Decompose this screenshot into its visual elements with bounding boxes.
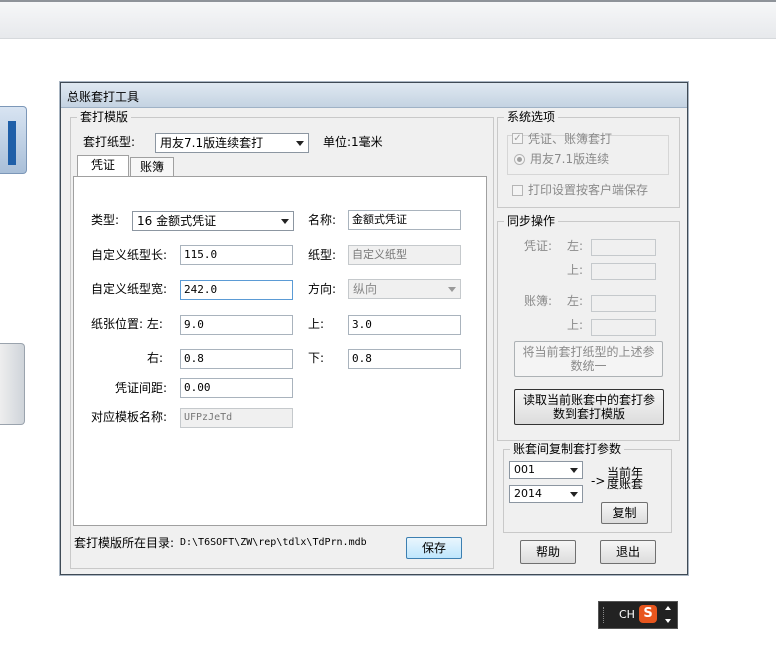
template-name-field: UFPzJeTd xyxy=(180,408,293,428)
bottom-margin-field[interactable]: 0.8 xyxy=(348,349,461,369)
sync-ledger-left-label: 左: xyxy=(567,294,584,308)
copy-button[interactable]: 复制 xyxy=(601,502,648,524)
directory-path: D:\T6SOFT\ZW\rep\tdlx\TdPrn.mdb xyxy=(180,537,367,548)
print-tool-dialog: 总账套打工具 套打模版 套打纸型: 用友7.1版连续套打 单位:1毫米 凭证 账… xyxy=(60,82,688,575)
sync-ledger-top-field xyxy=(591,319,656,336)
unit-label: 单位:1毫米 xyxy=(323,135,383,149)
paper-field: 自定义纸型 xyxy=(348,245,461,265)
left-margin-field[interactable]: 9.0 xyxy=(180,315,293,335)
paper-label: 纸型: xyxy=(308,248,337,262)
exit-button[interactable]: 退出 xyxy=(600,540,656,564)
type-label: 类型: xyxy=(91,213,120,227)
ime-down-arrow-icon xyxy=(665,619,671,623)
position-label: 纸张位置: 左: xyxy=(91,317,163,331)
background-app-icon xyxy=(0,106,27,174)
ime-toolbar[interactable]: CH S xyxy=(598,601,678,629)
sync-voucher-top-field xyxy=(591,263,656,280)
dialog-titlebar[interactable]: 总账套打工具 xyxy=(61,83,687,108)
sync-voucher-left-field xyxy=(591,239,656,256)
ime-language-label: CH xyxy=(619,608,635,621)
custom-width-label: 自定义纸型宽: xyxy=(91,282,168,296)
template-group-caption: 套打模版 xyxy=(77,110,132,124)
sync-ledger-top-label: 上: xyxy=(567,318,584,332)
bottom-label: 下: xyxy=(308,351,325,365)
direction-select: 纵向 xyxy=(348,279,461,299)
chevron-down-icon xyxy=(570,492,578,497)
custom-width-field[interactable]: 242.0 xyxy=(180,280,293,300)
client-print-label: 打印设置按客户端保存 xyxy=(528,183,649,197)
tab-voucher[interactable]: 凭证 xyxy=(77,155,129,177)
save-button[interactable]: 保存 xyxy=(406,537,462,559)
voucher-type-select[interactable]: 16 金额式凭证 xyxy=(132,211,294,231)
chevron-down-icon xyxy=(296,141,304,146)
voucher-spacing-field[interactable]: 0.00 xyxy=(180,378,293,398)
right-margin-field[interactable]: 0.8 xyxy=(180,349,293,369)
chevron-down-icon xyxy=(570,468,578,473)
directory-label: 套打模版所在目录: xyxy=(74,536,175,550)
sync-ledger-left-field xyxy=(591,295,656,312)
spacing-label: 凭证间距: xyxy=(115,381,168,395)
chevron-down-icon xyxy=(281,219,289,224)
sync-voucher-top-label: 上: xyxy=(567,263,584,277)
top-label: 上: xyxy=(308,317,325,331)
unify-params-button: 将当前套打纸型的上述参数统一 xyxy=(514,341,663,377)
paper-type-select[interactable]: 用友7.1版连续套打 xyxy=(155,133,309,153)
client-print-checkbox xyxy=(512,185,523,196)
help-button[interactable]: 帮助 xyxy=(520,540,576,564)
system-options-caption: 系统选项 xyxy=(504,110,559,124)
custom-length-field[interactable]: 115.0 xyxy=(180,245,293,265)
sync-voucher-label: 凭证: xyxy=(524,239,553,253)
name-field[interactable]: 金额式凭证 xyxy=(348,210,461,230)
yonyou-radio-label: 用友7.1版连续 xyxy=(530,152,610,166)
paper-type-label: 套打纸型: xyxy=(83,135,136,149)
template-name-label: 对应模板名称: xyxy=(91,410,168,424)
name-label: 名称: xyxy=(308,213,337,227)
right-label: 右: xyxy=(147,351,164,365)
copy-target-text: 当前年度账套 xyxy=(607,466,644,491)
read-params-button[interactable]: 读取当前账套中的套打参数到套打模版 xyxy=(514,389,664,425)
source-year-select[interactable]: 2014 xyxy=(509,485,583,503)
sogou-logo-icon[interactable]: S xyxy=(639,605,657,623)
background-window-header xyxy=(0,0,776,39)
chevron-down-icon xyxy=(448,287,456,292)
tab-ledger[interactable]: 账簿 xyxy=(130,157,174,177)
custom-length-label: 自定义纸型长: xyxy=(91,248,168,262)
copy-params-caption: 账套间复制套打参数 xyxy=(510,442,625,456)
sync-voucher-left-label: 左: xyxy=(567,239,584,253)
dialog-title: 总账套打工具 xyxy=(67,90,140,104)
direction-label: 方向: xyxy=(308,282,337,296)
sync-caption: 同步操作 xyxy=(504,214,559,228)
sync-ledger-label: 账簿: xyxy=(524,294,553,308)
copy-arrow-text: -> xyxy=(591,474,606,488)
top-margin-field[interactable]: 3.0 xyxy=(348,315,461,335)
ime-up-arrow-icon xyxy=(665,606,671,610)
voucher-ledger-checkbox: ✓ xyxy=(512,133,523,144)
source-account-select[interactable]: 001 xyxy=(509,461,583,479)
yonyou-radio xyxy=(514,154,525,165)
background-document-icon xyxy=(0,343,25,425)
voucher-ledger-check-label: 凭证、账簿套打 xyxy=(528,132,613,146)
ime-grip-icon xyxy=(603,607,607,623)
